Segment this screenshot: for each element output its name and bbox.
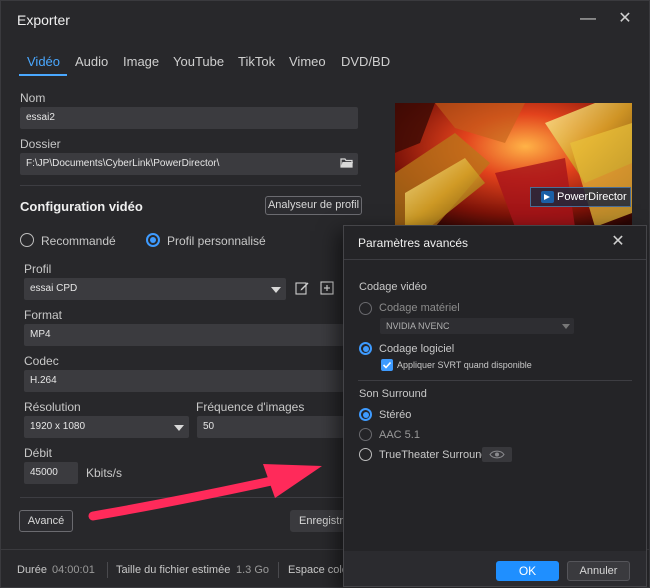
format-select[interactable]: MP4 <box>24 324 344 346</box>
divider <box>358 380 632 381</box>
stereo-label: Stéréo <box>379 409 412 421</box>
file-size-value: 1.3 Go <box>236 564 270 576</box>
custom-profile-radio[interactable] <box>146 233 160 247</box>
video-coding-heading: Codage vidéo <box>359 281 427 293</box>
hardware-coding-label: Codage matériel <box>379 302 460 314</box>
folder-browse-icon[interactable] <box>340 157 354 169</box>
export-tabs: Vidéo Audio Image YouTube TikTok Vimeo D… <box>19 54 399 80</box>
format-label: Format <box>24 308 63 322</box>
edit-icon[interactable] <box>295 281 309 295</box>
resolution-select[interactable]: 1920 x 1080 <box>24 416 189 438</box>
status-divider <box>278 562 279 578</box>
software-coding-radio[interactable] <box>359 342 372 355</box>
active-tab-indicator <box>19 74 67 76</box>
svrt-checkbox[interactable] <box>381 359 393 371</box>
profile-analyzer-button[interactable]: Analyseur de profil <box>265 196 362 215</box>
advanced-settings-panel: Paramètres avancés ✕ Codage vidéo Codage… <box>343 225 647 587</box>
tab-tiktok[interactable]: TikTok <box>238 54 275 69</box>
advanced-close-button[interactable]: ✕ <box>608 232 628 252</box>
profile-label: Profil <box>24 262 52 276</box>
tab-audio[interactable]: Audio <box>75 54 108 69</box>
resolution-chevron-down-icon <box>174 425 184 431</box>
status-divider <box>107 562 108 578</box>
export-dialog: Exporter — ✕ Vidéo Audio Image YouTube T… <box>0 0 650 588</box>
video-config-title: Configuration vidéo <box>20 199 143 214</box>
bitrate-input[interactable]: 45000 <box>24 462 78 484</box>
hardware-device-select[interactable]: NVIDIA NVENC <box>380 318 574 334</box>
stereo-radio[interactable] <box>359 408 372 421</box>
truetheater-label: TrueTheater Surround <box>379 449 488 461</box>
software-coding-label: Codage logiciel <box>379 343 455 355</box>
window-title: Exporter <box>17 12 70 28</box>
name-input[interactable]: essai2 <box>20 107 358 129</box>
recommended-label: Recommandé <box>41 234 116 248</box>
close-button[interactable]: ✕ <box>615 9 635 29</box>
divider <box>20 185 361 186</box>
annotation-arrow <box>88 464 322 521</box>
duration-label: Durée <box>17 564 47 576</box>
minimize-button[interactable]: — <box>578 9 598 29</box>
color-space-label: Espace colo <box>288 564 348 576</box>
profile-chevron-down-icon <box>271 287 281 293</box>
codec-select[interactable]: H.264 <box>24 370 344 392</box>
ok-button[interactable]: OK <box>496 561 559 581</box>
tab-video[interactable]: Vidéo <box>27 54 60 69</box>
eye-icon <box>489 450 505 459</box>
check-icon <box>382 361 392 369</box>
aac-radio[interactable] <box>359 428 372 441</box>
powerdirector-logo-icon <box>541 191 554 203</box>
duration-value: 04:00:01 <box>52 564 95 576</box>
svrt-label: Appliquer SVRT quand disponible <box>397 360 532 370</box>
hardware-chevron-down-icon <box>562 324 570 329</box>
title-bar: Exporter — ✕ <box>1 1 649 39</box>
cancel-button[interactable]: Annuler <box>567 561 630 581</box>
framerate-label: Fréquence d'images <box>196 400 305 414</box>
file-size-label: Taille du fichier estimée <box>116 564 231 576</box>
advanced-button[interactable]: Avancé <box>19 510 73 532</box>
tab-dvd-bd[interactable]: DVD/BD <box>341 54 390 69</box>
hardware-coding-radio[interactable] <box>359 302 372 315</box>
add-icon[interactable] <box>320 281 334 295</box>
tab-image[interactable]: Image <box>123 54 159 69</box>
framerate-select[interactable]: 50 <box>197 416 344 438</box>
truetheater-radio[interactable] <box>359 448 372 461</box>
recommended-radio[interactable] <box>20 233 34 247</box>
name-label: Nom <box>20 91 46 105</box>
video-preview <box>395 103 632 227</box>
truetheater-settings-button[interactable] <box>482 447 512 462</box>
profile-select[interactable]: essai CPD <box>24 278 286 300</box>
tab-youtube[interactable]: YouTube <box>173 54 224 69</box>
codec-label: Codec <box>24 354 59 368</box>
folder-label: Dossier <box>20 137 61 151</box>
advanced-panel-header: Paramètres avancés ✕ <box>344 226 646 260</box>
advanced-panel-footer: OK Annuler <box>344 551 646 586</box>
preview-image <box>395 103 632 227</box>
resolution-label: Résolution <box>24 400 81 414</box>
folder-input[interactable]: F:\JP\Documents\CyberLink\PowerDirector\ <box>20 153 358 175</box>
custom-profile-label: Profil personnalisé <box>167 234 266 248</box>
tab-vimeo[interactable]: Vimeo <box>289 54 326 69</box>
advanced-panel-title: Paramètres avancés <box>358 236 469 250</box>
bitrate-label: Débit <box>24 446 53 460</box>
aac-label: AAC 5.1 <box>379 429 420 441</box>
surround-heading: Son Surround <box>359 388 427 400</box>
